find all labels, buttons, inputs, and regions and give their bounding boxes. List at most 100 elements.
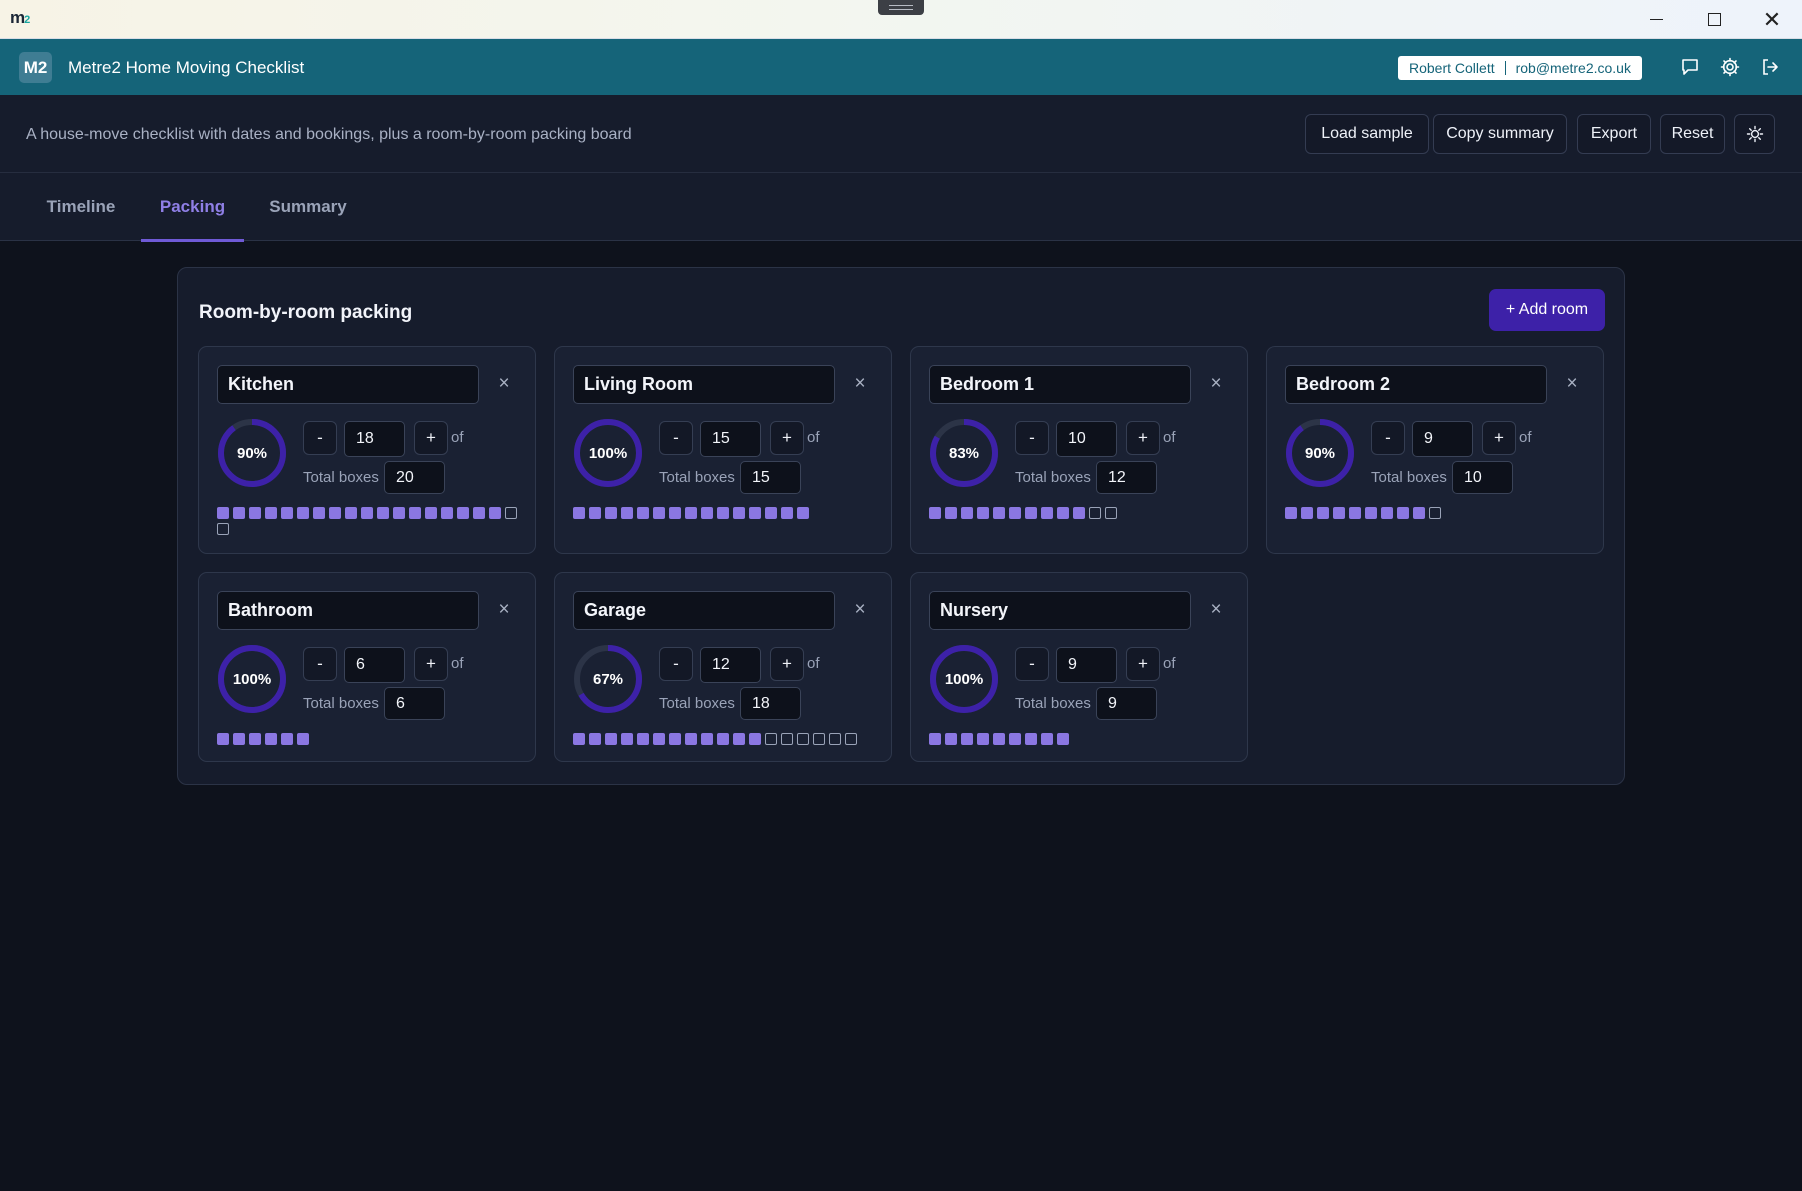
total-boxes-input[interactable]: 12 [1096,461,1157,494]
room-name-input[interactable]: Living Room [573,365,835,404]
decrement-button[interactable]: - [303,421,337,455]
tab-summary[interactable]: Summary [255,173,361,241]
packed-box [1009,733,1021,745]
gear-icon[interactable] [1719,56,1741,78]
tab-packing[interactable]: Packing [141,173,244,242]
packed-count-input[interactable]: 9 [1412,421,1473,457]
chat-icon[interactable] [1679,56,1701,78]
of-label: of [1163,655,1176,672]
copy-summary-button[interactable]: Copy summary [1433,114,1567,154]
unpacked-box [797,733,809,745]
packed-box [653,507,665,519]
unpacked-box [845,733,857,745]
progress-ring: 100% [928,643,1000,715]
packed-box [621,507,633,519]
packed-box [345,507,357,519]
unpacked-box [829,733,841,745]
total-boxes-input[interactable]: 18 [740,687,801,720]
total-boxes-input[interactable]: 15 [740,461,801,494]
add-room-button[interactable]: + Add room [1489,289,1605,331]
unpacked-box [813,733,825,745]
packed-count-input[interactable]: 6 [344,647,405,683]
total-boxes-label: Total boxes [659,695,735,712]
of-label: of [807,429,820,446]
packed-box [249,733,261,745]
remove-room-button[interactable]: × [1561,373,1583,395]
packed-box [605,733,617,745]
packed-box [281,733,293,745]
increment-button[interactable]: + [1126,421,1160,455]
os-title-bar: m2 ✕ [0,0,1802,39]
decrement-button[interactable]: - [303,647,337,681]
packed-box [669,733,681,745]
export-button[interactable]: Export [1577,114,1651,154]
packed-box [1397,507,1409,519]
packed-box [441,507,453,519]
increment-button[interactable]: + [414,421,448,455]
total-boxes-input[interactable]: 20 [384,461,445,494]
packed-box [1285,507,1297,519]
total-boxes-input[interactable]: 9 [1096,687,1157,720]
room-name-input[interactable]: Garage [573,591,835,630]
unpacked-box [1429,507,1441,519]
increment-button[interactable]: + [1482,421,1516,455]
room-name-input[interactable]: Bedroom 2 [1285,365,1547,404]
increment-button[interactable]: + [414,647,448,681]
packed-box [573,733,585,745]
packed-box [733,733,745,745]
increment-button[interactable]: + [770,647,804,681]
increment-button[interactable]: + [770,421,804,455]
packed-count-input[interactable]: 15 [700,421,761,457]
increment-button[interactable]: + [1126,647,1160,681]
box-tracker [217,507,521,535]
unpacked-box [781,733,793,745]
total-boxes-input[interactable]: 10 [1452,461,1513,494]
reset-button[interactable]: Reset [1660,114,1725,154]
decrement-button[interactable]: - [659,647,693,681]
unpacked-box [1105,507,1117,519]
tab-timeline[interactable]: Timeline [32,173,130,241]
room-name-input[interactable]: Bathroom [217,591,479,630]
total-boxes-input[interactable]: 6 [384,687,445,720]
decrement-button[interactable]: - [1015,647,1049,681]
packed-box [669,507,681,519]
user-account[interactable]: Robert Collett rob@metre2.co.uk [1398,56,1642,80]
packed-count-input[interactable]: 10 [1056,421,1117,457]
decrement-button[interactable]: - [1371,421,1405,455]
packed-count-input[interactable]: 12 [700,647,761,683]
room-name-input[interactable]: Bedroom 1 [929,365,1191,404]
remove-room-button[interactable]: × [849,373,871,395]
progress-ring: 90% [216,417,288,489]
load-sample-button[interactable]: Load sample [1305,114,1429,154]
packed-box [233,507,245,519]
close-icon[interactable]: ✕ [1743,0,1801,39]
packed-count-input[interactable]: 9 [1056,647,1117,683]
packed-box [717,733,729,745]
minimize-icon[interactable] [1627,0,1685,39]
packed-box [605,507,617,519]
decrement-button[interactable]: - [1015,421,1049,455]
remove-room-button[interactable]: × [849,599,871,621]
packing-panel: Room-by-room packing + Add room Kitchen ×… [177,267,1625,785]
remove-room-button[interactable]: × [1205,373,1227,395]
packed-box [489,507,501,519]
window-drag-handle[interactable] [878,0,924,15]
remove-room-button[interactable]: × [493,373,515,395]
theme-toggle-button[interactable] [1734,114,1775,154]
total-boxes-label: Total boxes [1015,695,1091,712]
app-badge: M2 [19,52,52,83]
decrement-button[interactable]: - [659,421,693,455]
progress-ring: 67% [572,643,644,715]
progress-ring: 100% [216,643,288,715]
packed-box [945,733,957,745]
packed-count-input[interactable]: 18 [344,421,405,457]
maximize-icon[interactable] [1685,0,1743,39]
room-name-input[interactable]: Kitchen [217,365,479,404]
remove-room-button[interactable]: × [493,599,515,621]
logout-icon[interactable] [1759,56,1781,78]
of-label: of [1519,429,1532,446]
remove-room-button[interactable]: × [1205,599,1227,621]
room-name-input[interactable]: Nursery [929,591,1191,630]
app-title: Metre2 Home Moving Checklist [68,58,305,77]
packed-box [993,507,1005,519]
